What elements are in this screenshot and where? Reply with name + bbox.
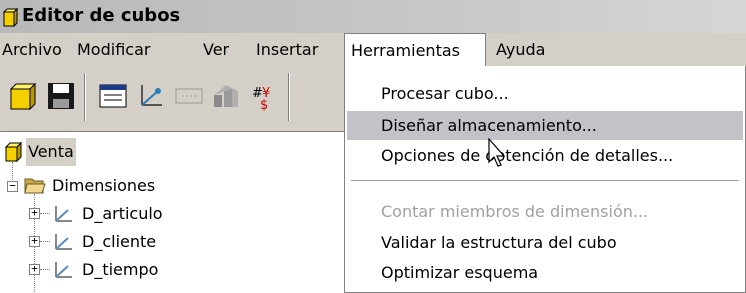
menu-insertar[interactable]: Insertar [256, 33, 318, 67]
herramientas-menu: Procesar cubo... Diseñar almacenamiento.… [344, 66, 746, 293]
dimension-icon [55, 206, 72, 222]
tree-label-child: D_cliente [82, 232, 157, 251]
menu-item-contar-miembros: Contar miembros de dimensión... [381, 202, 649, 221]
menu-item-optimizar-esquema[interactable]: Optimizar esquema [347, 258, 743, 287]
menu-archivo[interactable]: Archivo [2, 33, 62, 67]
menu-item-disenar-almacenamiento[interactable]: Diseñar almacenamiento... [347, 111, 743, 140]
cube-icon[interactable] [6, 81, 40, 111]
format-icon[interactable]: # ¥ $ [248, 81, 282, 111]
menu-item-procesar-cubo[interactable]: Procesar cubo... [347, 79, 743, 108]
window-title: Editor de cubos [22, 5, 181, 26]
cube-icon [4, 142, 22, 162]
table-icon[interactable] [172, 81, 206, 111]
expand-icon[interactable]: + [29, 263, 40, 275]
expand-icon[interactable]: + [29, 207, 40, 219]
tree-item-dimension[interactable]: + D_articulo [0, 200, 340, 228]
toolbar-separator [288, 73, 290, 121]
collapse-icon[interactable]: − [7, 180, 18, 192]
menu-item-validar-estructura[interactable]: Validar la estructura del cubo [347, 228, 743, 257]
toolbar: # ¥ $ [0, 67, 352, 131]
title-bar: Editor de cubos [0, 0, 746, 33]
grid-icon[interactable] [96, 81, 130, 111]
chart-icon[interactable] [210, 81, 244, 111]
cube-icon [2, 8, 18, 28]
save-icon[interactable] [44, 81, 78, 111]
tree-label-child: D_tiempo [82, 260, 159, 279]
tree-item-dimension[interactable]: + D_cliente [0, 228, 340, 256]
menu-modificar[interactable]: Modificar [77, 33, 150, 67]
menu-herramientas[interactable]: Herramientas [344, 33, 486, 67]
tree-item-dimension[interactable]: + D_tiempo [0, 256, 340, 284]
dimension-icon[interactable] [134, 81, 168, 111]
folder-open-icon [24, 178, 46, 194]
tree-item-dimensiones[interactable]: − Dimensiones [0, 172, 340, 200]
tree-label-group: Dimensiones [52, 176, 156, 195]
svg-text:$: $ [260, 98, 268, 111]
mouse-cursor-icon [488, 138, 506, 167]
menu-separator [351, 180, 739, 182]
toolbar-separator [84, 73, 86, 121]
cube-tree: Venta − Dimensiones + D_articulo + D_cli… [0, 131, 352, 293]
dimension-icon [55, 234, 72, 250]
tree-label-child: D_articulo [82, 204, 163, 223]
menu-ver[interactable]: Ver [203, 33, 229, 67]
tree-label-root: Venta [26, 138, 76, 166]
dimension-icon [55, 262, 72, 278]
menu-item-opciones-detalles[interactable]: Opciones de obtención de detalles... [347, 141, 743, 170]
menu-ayuda[interactable]: Ayuda [496, 33, 545, 67]
expand-icon[interactable]: + [29, 235, 40, 247]
menu-bar: Archivo Modificar Ver Insertar Herramien… [0, 33, 746, 67]
